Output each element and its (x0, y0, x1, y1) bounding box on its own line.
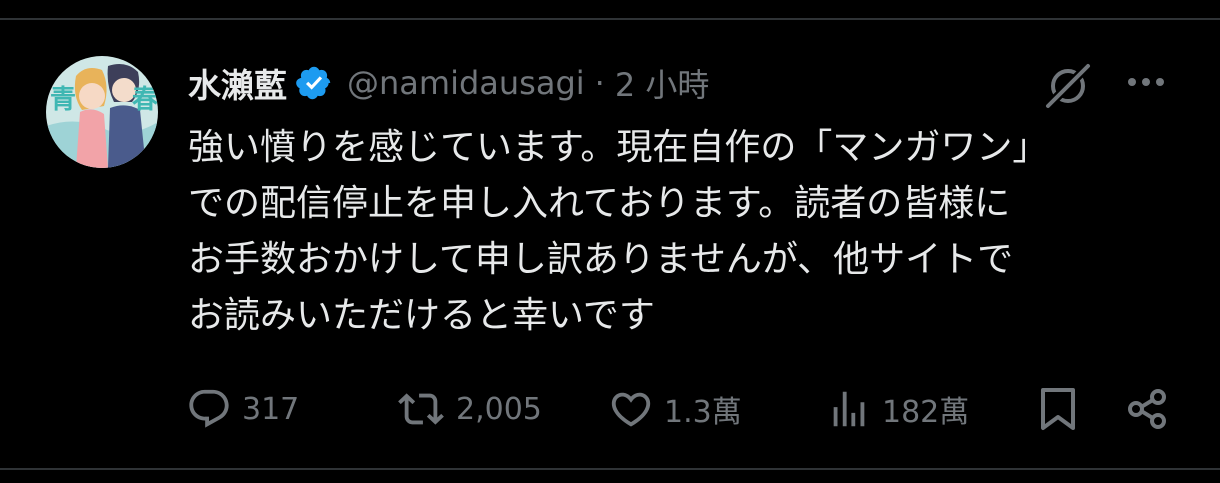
grok-icon[interactable] (1040, 60, 1096, 112)
verified-badge-icon[interactable] (295, 64, 333, 102)
display-name[interactable]: 水瀨藍 (188, 59, 287, 107)
svg-text:春: 春 (132, 85, 158, 115)
svg-text:青: 青 (50, 85, 76, 115)
more-icon[interactable] (1123, 62, 1169, 102)
repost-count: 2,005 (456, 391, 542, 427)
bookmark-icon[interactable] (1038, 386, 1078, 432)
tweet-time[interactable]: 2 小時 (615, 60, 710, 106)
repost-icon (398, 393, 444, 425)
tweet-text: 強い憤りを感じています。現在自作の「マンガワン」 での配信停止を申し入れておりま… (188, 127, 1049, 336)
reply-icon (189, 389, 229, 428)
like-icon (611, 392, 651, 427)
top-divider (0, 18, 1220, 20)
tweet-header: 水瀨藍 @namidausagi · 2 小時 (188, 58, 709, 108)
user-handle[interactable]: @namidausagi (347, 64, 585, 102)
separator-dot: · (594, 64, 605, 102)
reply-button[interactable]: 317 (186, 386, 299, 432)
avatar[interactable]: 青 春 (46, 56, 158, 168)
reply-count: 317 (242, 391, 300, 427)
views-count: 182萬 (882, 395, 970, 430)
views-button[interactable]: 182萬 (826, 386, 969, 432)
like-count: 1.3萬 (664, 395, 742, 430)
like-button[interactable]: 1.3萬 (608, 386, 742, 432)
bottom-divider (0, 468, 1220, 470)
views-icon (833, 391, 865, 427)
share-icon[interactable] (1124, 386, 1170, 432)
repost-button[interactable]: 2,005 (396, 386, 542, 432)
